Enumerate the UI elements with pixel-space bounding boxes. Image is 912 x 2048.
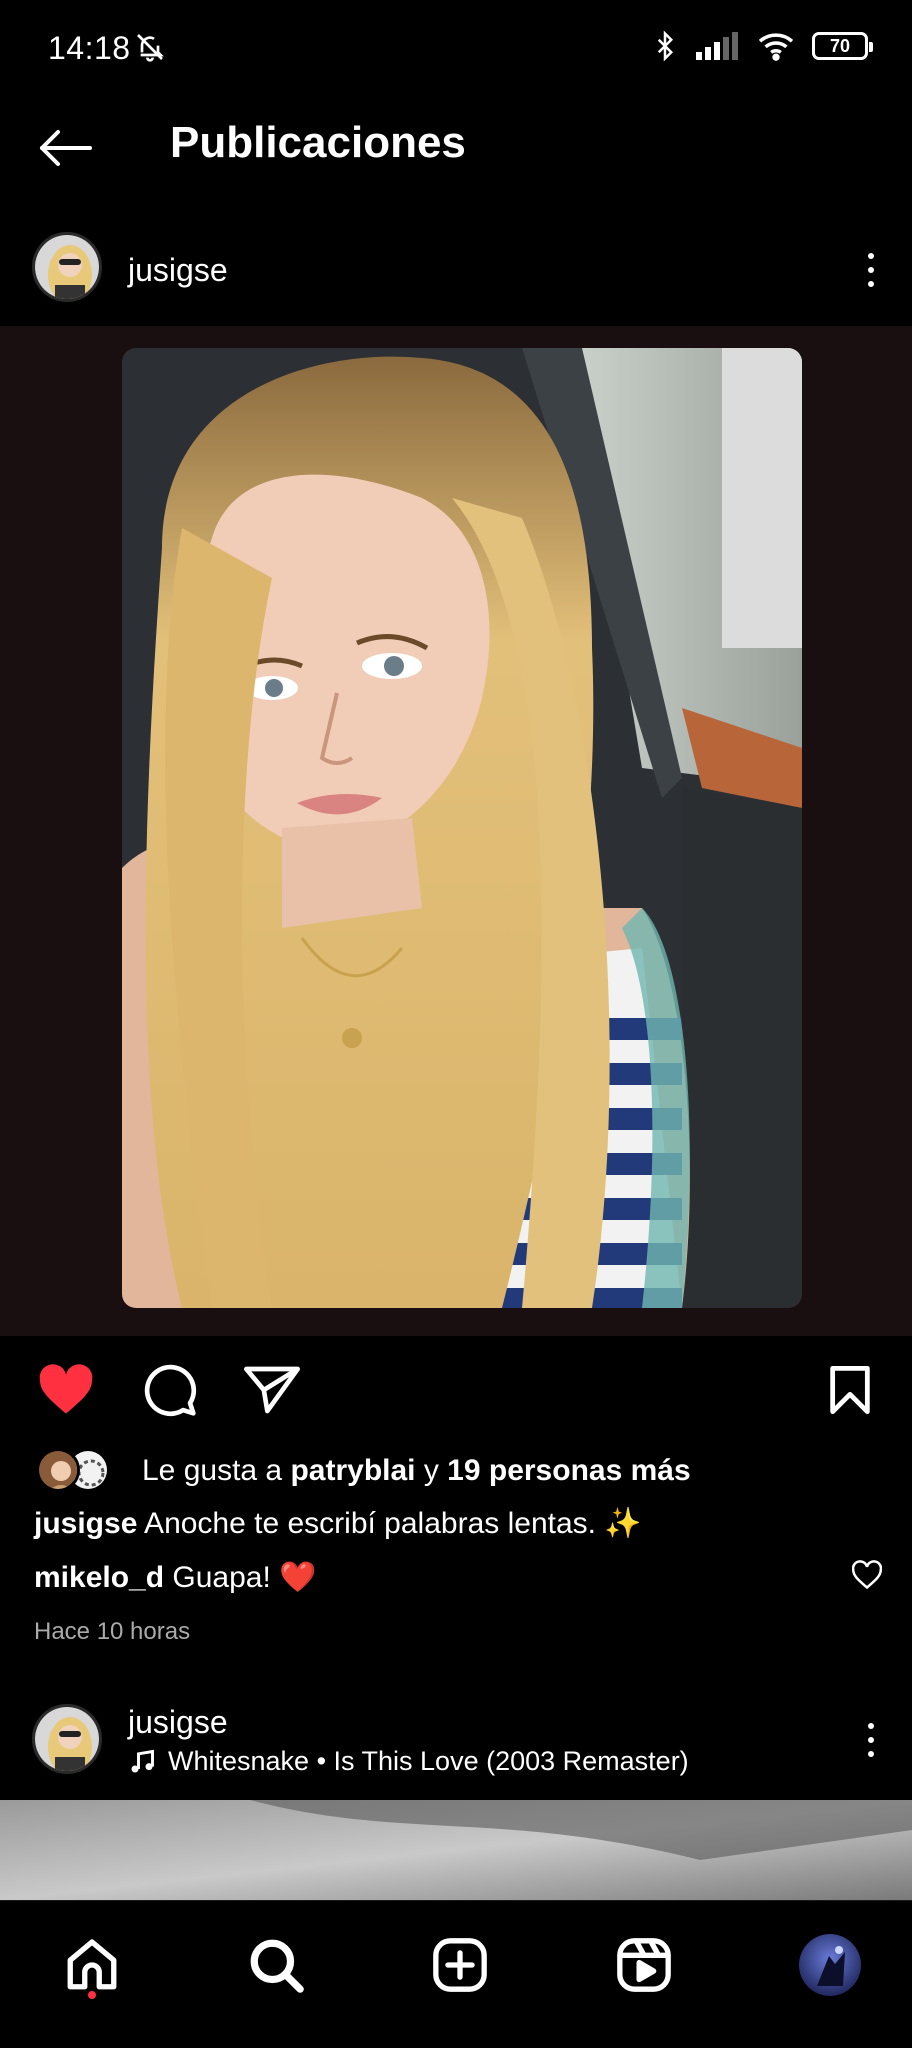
battery-icon: 70 [812,32,873,60]
likes-prefix: Le gusta a [142,1454,291,1487]
heart-outline-icon[interactable] [852,1560,882,1590]
status-icons: 70 [650,30,873,62]
signal-icon [696,32,738,60]
bottom-navigation [0,1900,912,2048]
save-button[interactable] [818,1358,882,1422]
wifi-icon [758,33,794,61]
profile-avatar [799,1934,861,1996]
nav-profile[interactable] [790,1925,870,2005]
share-button[interactable] [240,1358,304,1422]
like-button[interactable] [34,1358,98,1422]
back-button[interactable] [34,116,98,180]
reels-icon [617,1938,671,1992]
likes-user[interactable]: patryblai [290,1454,415,1487]
bluetooth-icon [657,30,674,62]
likes-text: Le gusta a patryblai y 19 personas más [142,1454,691,1488]
status-time: 14:18 [48,30,131,66]
status-bar: 14:18 70 [0,0,912,100]
post-username[interactable]: jusigse [128,252,228,289]
avatar [36,1448,80,1492]
search-icon [250,1939,304,1993]
music-note-icon [131,1749,154,1772]
comment-text: Guapa! ❤️ [164,1561,317,1594]
avatar[interactable] [32,232,102,302]
post-header: jusigse [0,226,912,316]
post-actions [0,1350,912,1430]
comment-button[interactable] [138,1358,202,1422]
bell-off-icon [137,34,164,62]
send-icon [244,1366,300,1414]
header: Publicaciones [0,100,912,220]
nav-reels[interactable] [604,1925,684,2005]
post-image[interactable] [0,326,912,1336]
next-post-image[interactable] [0,1800,912,1900]
next-post-header: jusigse Whitesnake • Is This Love (2003 … [0,1696,912,1786]
nav-search[interactable] [236,1925,316,2005]
post-photo [122,348,802,1308]
arrow-left-icon [40,130,92,166]
caption-text: Anoche te escribí palabras lentas. ✨ [137,1507,642,1540]
likes-middle: y [415,1454,448,1487]
likes-count[interactable]: 19 personas más [447,1454,690,1487]
battery-level: 70 [829,35,851,56]
liker-avatars [36,1448,132,1494]
avatar[interactable] [32,1704,102,1774]
more-options-icon[interactable] [856,240,886,300]
post-timestamp: Hace 10 horas [34,1618,191,1645]
more-options-icon[interactable] [856,1710,886,1770]
page-title: Publicaciones [170,118,466,167]
comment-icon [144,1364,197,1417]
comment-username[interactable]: mikelo_d [34,1561,164,1594]
notification-dot [88,1991,96,1999]
caption-username[interactable]: jusigse [34,1507,137,1540]
create-icon [433,1938,487,1992]
next-post-username[interactable]: jusigse [128,1704,228,1741]
music-info[interactable]: Whitesnake • Is This Love (2003 Remaster… [128,1746,689,1777]
post-caption: jusigse Anoche te escribí palabras lenta… [34,1506,642,1541]
comment: mikelo_d Guapa! ❤️ [34,1560,317,1595]
home-icon [67,1939,117,1990]
music-title: Whitesnake • Is This Love (2003 Remaster… [168,1746,689,1776]
nav-create[interactable] [420,1925,500,2005]
bookmark-icon [830,1365,870,1415]
heart-filled-icon [39,1364,93,1414]
likes-summary[interactable]: Le gusta a patryblai y 19 personas más [36,1446,691,1496]
